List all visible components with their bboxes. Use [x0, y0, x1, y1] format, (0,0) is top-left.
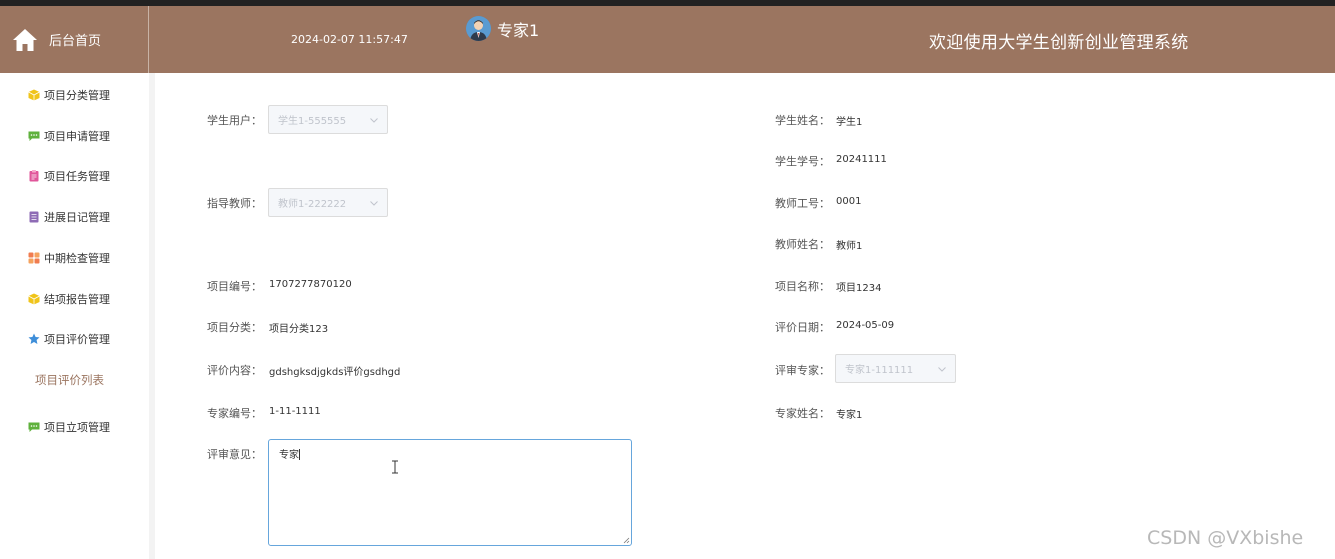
sidebar-item-category[interactable]: 项目分类管理: [28, 85, 110, 105]
teacher-label: 指导教师：: [207, 197, 262, 210]
project-no-value: 1707277870120: [269, 279, 352, 290]
user-avatar-icon: [466, 16, 491, 41]
sidebar-item-establishment[interactable]: 项目立项管理: [28, 417, 110, 437]
teacher-name-label: 教师姓名：: [775, 238, 830, 251]
system-title: 欢迎使用大学生创新创业管理系统: [929, 33, 1189, 53]
home-icon: [13, 28, 37, 51]
sidebar-item-label: 项目申请管理: [44, 130, 110, 143]
sidebar-item-midterm[interactable]: 中期检查管理: [28, 248, 110, 268]
reviewer-value: 专家1-111111: [845, 365, 914, 376]
teacher-select[interactable]: 教师1-222222: [268, 188, 388, 217]
sidebar-item-evaluation[interactable]: 项目评价管理: [28, 329, 110, 349]
opinion-textarea[interactable]: 专家: [268, 439, 632, 546]
reviewer-label: 评审专家：: [775, 364, 830, 377]
watermark: CSDN @VXbishe: [1147, 527, 1304, 549]
user-name: 专家1: [497, 20, 540, 40]
reviewer-select[interactable]: 专家1-111111: [835, 354, 956, 383]
sidebar: 项目分类管理 项目申请管理 项目任务管理 进展日记管理 中期检查管理 结项报告管…: [0, 73, 149, 559]
sidebar-item-label: 项目任务管理: [44, 170, 110, 183]
project-no-label: 项目编号：: [207, 280, 262, 293]
chevron-down-icon: [370, 118, 378, 123]
sidebar-item-label: 进展日记管理: [44, 211, 110, 224]
sidebar-item-diary[interactable]: 进展日记管理: [28, 207, 110, 227]
notebook-icon: [29, 211, 39, 223]
opinion-label: 评审意见：: [207, 448, 262, 461]
chat-icon: [28, 422, 40, 432]
sidebar-item-final-report[interactable]: 结项报告管理: [28, 289, 110, 309]
avatar: [466, 16, 491, 41]
grid-icon: [28, 252, 40, 264]
eval-content-value: gdshgksdjgkds评价gsdhgd: [269, 367, 401, 378]
current-datetime: 2024-02-07 11:57:47: [291, 33, 408, 46]
student-no-value: 20241111: [836, 154, 887, 165]
sidebar-item-application[interactable]: 项目申请管理: [28, 126, 110, 146]
home-link[interactable]: 后台首页: [0, 6, 149, 73]
sidebar-subitem-evaluation-list[interactable]: 项目评价列表: [35, 372, 104, 388]
evaluation-form: 学生用户： 学生1-555555 指导教师： 教师1-222222 项目编号： …: [155, 73, 1335, 559]
sidebar-item-label: 结项报告管理: [44, 293, 110, 306]
teacher-no-value: 0001: [836, 196, 862, 207]
resize-handle-icon[interactable]: [622, 536, 630, 544]
eval-date-label: 评价日期：: [775, 321, 830, 334]
chat-icon: [28, 131, 40, 141]
opinion-value: 专家: [279, 450, 299, 461]
teacher-name-value: 教师1: [836, 241, 863, 252]
home-label: 后台首页: [49, 34, 102, 49]
student-user-label: 学生用户：: [207, 114, 262, 127]
teacher-value: 教师1-222222: [278, 199, 347, 210]
expert-no-value: 1-11-1111: [269, 406, 321, 417]
project-name-value: 项目1234: [836, 283, 882, 294]
expert-name-value: 专家1: [836, 410, 863, 421]
sidebar-item-task[interactable]: 项目任务管理: [28, 166, 110, 186]
sidebar-item-label: 项目分类管理: [44, 89, 110, 102]
chevron-down-icon: [938, 367, 946, 372]
eval-content-label: 评价内容：: [207, 364, 262, 377]
expert-name-label: 专家姓名：: [775, 407, 830, 420]
cube-icon: [28, 293, 40, 305]
sidebar-item-label: 项目立项管理: [44, 421, 110, 434]
project-category-value: 项目分类123: [269, 324, 329, 335]
app-header: 后台首页 2024-02-07 11:57:47 专家1 欢迎使用大学生创新创业…: [0, 6, 1335, 73]
sidebar-item-label: 中期检查管理: [44, 252, 110, 265]
sidebar-item-label: 项目评价管理: [44, 333, 110, 346]
eval-date-value: 2024-05-09: [836, 320, 895, 331]
student-user-value: 学生1-555555: [278, 116, 347, 127]
text-caret: [299, 449, 300, 460]
cube-icon: [28, 89, 40, 101]
clipboard-icon: [29, 170, 39, 182]
chevron-down-icon: [370, 201, 378, 206]
expert-no-label: 专家编号：: [207, 407, 262, 420]
project-category-label: 项目分类：: [207, 321, 262, 334]
project-name-label: 项目名称：: [775, 280, 830, 293]
star-badge-icon: [28, 333, 40, 344]
user-info[interactable]: 专家1: [466, 16, 539, 41]
student-user-select[interactable]: 学生1-555555: [268, 105, 388, 134]
student-name-label: 学生姓名：: [775, 114, 830, 127]
student-name-value: 学生1: [836, 117, 863, 128]
student-no-label: 学生学号：: [775, 155, 830, 168]
teacher-no-label: 教师工号：: [775, 197, 830, 210]
text-cursor-icon: [392, 460, 398, 474]
